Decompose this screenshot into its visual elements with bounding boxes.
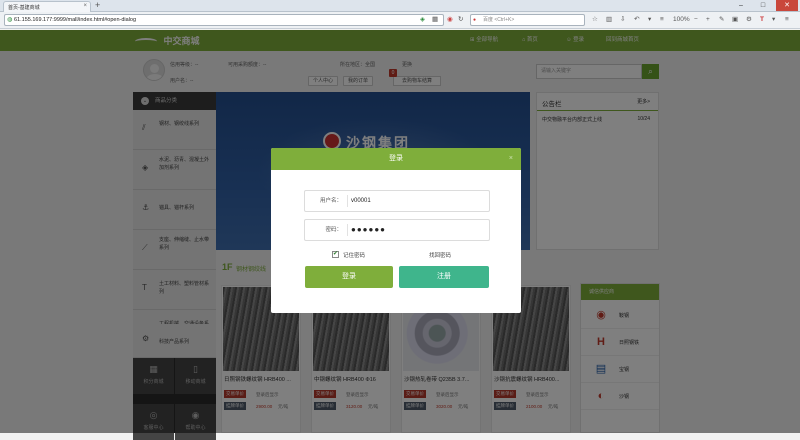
field-divider (347, 224, 348, 236)
t-addon-icon[interactable]: T (760, 14, 764, 26)
zoom-level[interactable]: 100% (673, 14, 690, 26)
search-engine-icon: ● (473, 17, 477, 23)
browser-search-box[interactable]: ● 百度 <Ctrl+K> (470, 14, 585, 26)
tab-title: 首页-基建商城 (8, 5, 40, 11)
login-button[interactable]: 登录 (305, 266, 393, 288)
menu-lines-icon[interactable]: ≡ (660, 14, 664, 26)
undo-icon[interactable]: ↶ (634, 14, 639, 26)
url-text: 61.155.169.177:9999/mall/index.html#open… (14, 17, 137, 23)
library-icon[interactable]: ▥ (606, 14, 612, 26)
username-field-label: 用户名： (319, 198, 342, 204)
close-window-button[interactable]: ✕ (776, 0, 798, 11)
password-field-label: 密码： (325, 227, 342, 233)
gear-icon[interactable]: ⚙ (746, 14, 752, 26)
zoom-minus-icon[interactable]: − (694, 14, 698, 26)
hamburger-menu-icon[interactable]: ≡ (785, 14, 789, 26)
remember-password-label[interactable]: 记住密码 (343, 251, 365, 259)
download-icon[interactable]: ⇩ (620, 14, 625, 26)
edit-icon[interactable]: ✎ (719, 14, 724, 26)
reader-icon[interactable]: ▦ (432, 14, 438, 26)
bookmark-star-icon[interactable]: ☆ (592, 14, 598, 26)
forgot-password-link[interactable]: 找回密码 (429, 251, 451, 259)
dropdown-icon[interactable]: ▾ (648, 14, 651, 26)
shield-icon[interactable]: ◈ (420, 14, 425, 26)
globe-icon: ◍ (7, 17, 13, 23)
register-button[interactable]: 注册 (399, 266, 489, 288)
browser-tab[interactable]: 首页-基建商城 × (3, 1, 91, 12)
chat-icon[interactable]: ▣ (732, 14, 738, 26)
remember-password-checkbox[interactable]: ✔ (332, 251, 339, 258)
toolbar-dropdown-icon[interactable]: ▾ (772, 14, 775, 26)
close-icon[interactable]: × (509, 148, 513, 170)
browser-search-placeholder: 百度 <Ctrl+K> (483, 17, 515, 23)
login-dialog: 登录 × 用户名： v00001 密码： ●●●●●● ✔ 记住密码 找回密码 … (271, 148, 521, 313)
username-value[interactable]: v00001 (351, 191, 371, 211)
addon-icon[interactable]: ◉ (447, 14, 453, 26)
minimize-button[interactable]: – (730, 0, 752, 11)
browser-tab-bar: 首页-基建商城 × + – □ ✕ (0, 0, 800, 12)
password-field[interactable]: 密码： ●●●●●● (304, 219, 490, 241)
password-value[interactable]: ●●●●●● (351, 220, 386, 240)
field-divider (347, 195, 348, 207)
zoom-plus-icon[interactable]: + (706, 14, 710, 26)
browser-nav-bar: ◍ 61.155.169.177:9999/mall/index.html#op… (0, 12, 800, 29)
username-field[interactable]: 用户名： v00001 (304, 190, 490, 212)
dialog-title: 登录 (271, 148, 521, 170)
maximize-button[interactable]: □ (752, 0, 774, 11)
reload-icon[interactable]: ↻ (458, 14, 463, 26)
new-tab-button[interactable]: + (95, 0, 100, 11)
tab-close-icon[interactable]: × (83, 3, 87, 9)
address-bar[interactable]: ◍ 61.155.169.177:9999/mall/index.html#op… (4, 14, 444, 26)
